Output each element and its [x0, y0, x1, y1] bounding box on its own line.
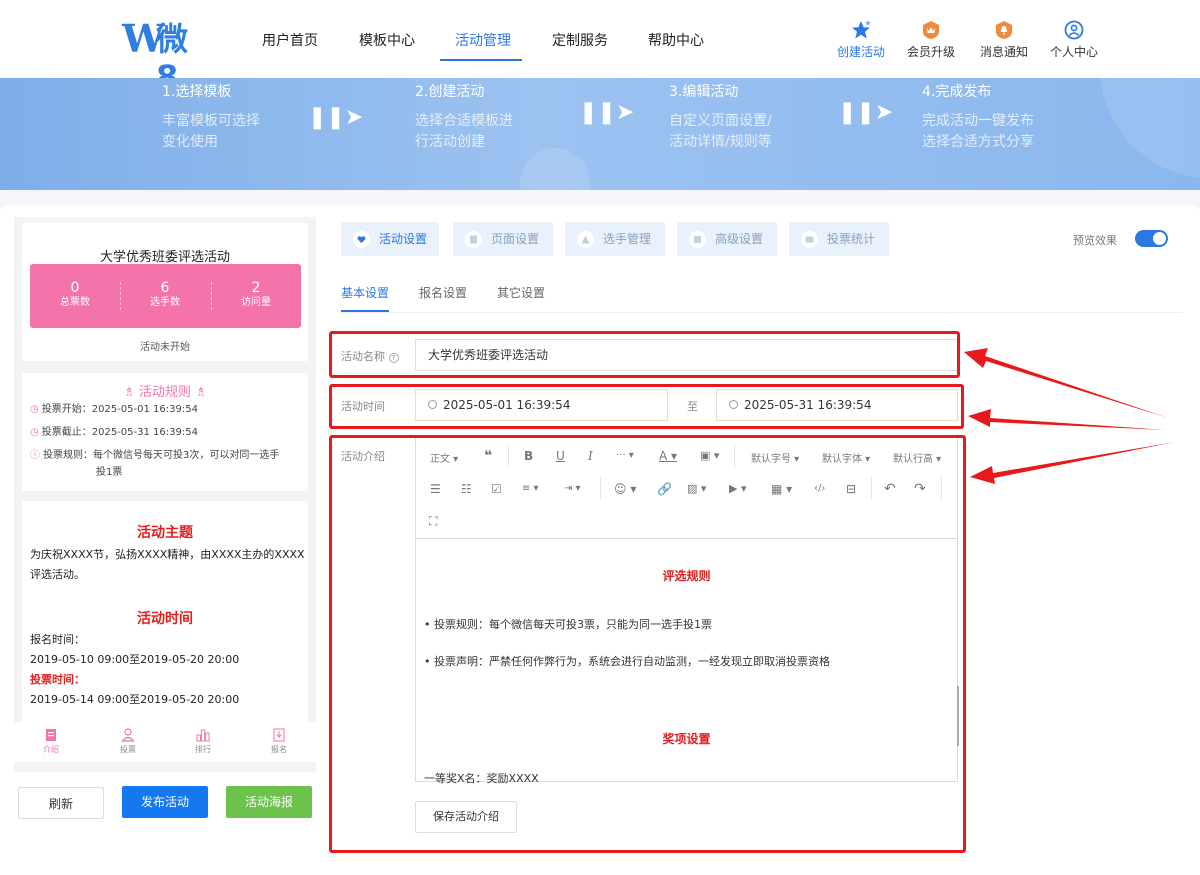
annotation-arrows [964, 348, 1175, 484]
